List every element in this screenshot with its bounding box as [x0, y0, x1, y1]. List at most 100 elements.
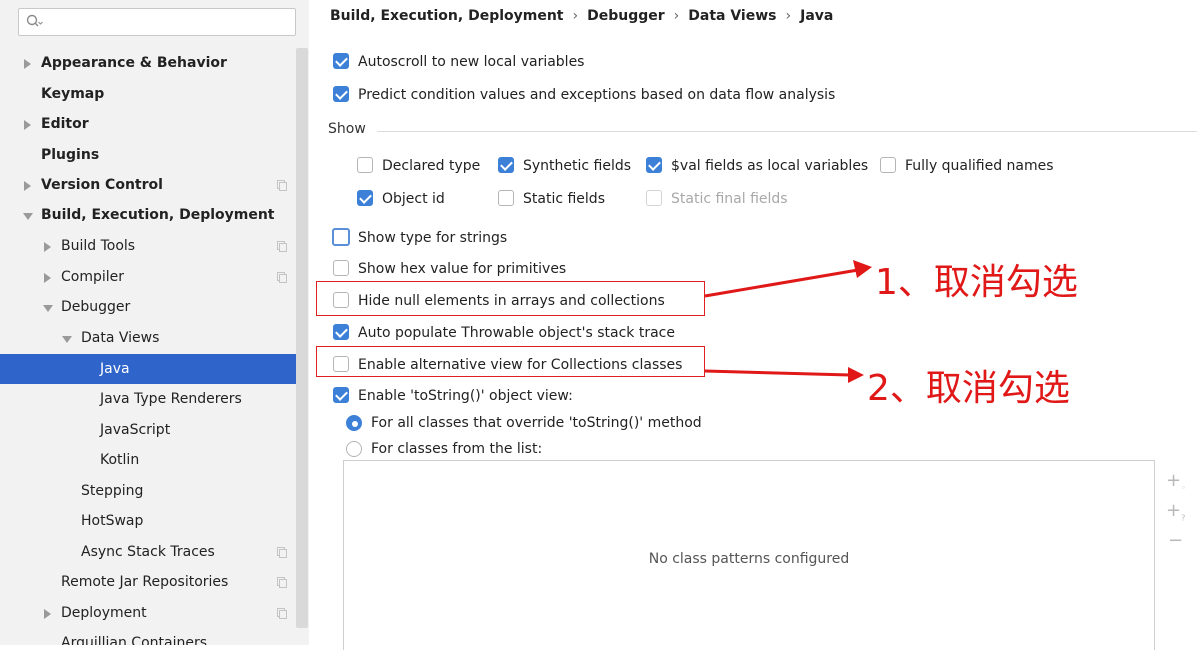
project-settings-icon	[277, 547, 287, 558]
sidebar-item-version-control[interactable]: Version Control	[0, 170, 308, 200]
search-input[interactable]	[18, 8, 296, 36]
checkbox-checked-icon[interactable]	[646, 157, 662, 173]
sidebar-item-label: Java	[100, 361, 130, 377]
option-label: Declared type	[382, 158, 481, 174]
option-label: Fully qualified names	[905, 158, 1054, 174]
checkbox-unchecked-icon[interactable]	[357, 157, 373, 173]
search-icon	[26, 14, 43, 27]
option-label: For classes from the list:	[371, 441, 543, 457]
option-label: Show hex value for primitives	[358, 261, 567, 277]
sidebar-item-label: Version Control	[41, 177, 163, 193]
sidebar-item-label: JavaScript	[100, 422, 171, 438]
breadcrumb-item: Data Views	[688, 8, 777, 24]
highlight-box-1	[316, 281, 705, 316]
empty-list-text: No class patterns configured	[648, 551, 850, 567]
breadcrumb-item: Java	[800, 8, 834, 24]
collapse-arrow-icon[interactable]	[62, 336, 72, 343]
expand-arrow-icon[interactable]	[44, 609, 51, 619]
option-label: Predict condition values and exceptions …	[358, 87, 836, 103]
breadcrumb-item: Debugger	[587, 8, 665, 24]
option-label: For all classes that override 'toString(…	[371, 415, 702, 431]
expand-arrow-icon[interactable]	[44, 242, 51, 252]
sidebar-item-java-type-renderers[interactable]: Java Type Renderers	[0, 384, 308, 414]
sidebar-item-javascript[interactable]: JavaScript	[0, 415, 308, 445]
checkbox-checked-icon[interactable]	[498, 157, 514, 173]
sidebar-item-kotlin[interactable]: Kotlin	[0, 445, 308, 475]
sidebar-item-label: Remote Jar Repositories	[61, 574, 229, 590]
option-label: Synthetic fields	[523, 158, 632, 174]
checkbox-checked-icon[interactable]	[333, 387, 349, 403]
project-settings-icon	[277, 608, 287, 619]
sidebar-item-plugins[interactable]: Plugins	[0, 140, 308, 170]
remove-icon[interactable]: −	[1168, 530, 1183, 551]
project-settings-icon	[277, 272, 287, 283]
collapse-arrow-icon[interactable]	[43, 305, 53, 312]
expand-arrow-icon[interactable]	[24, 181, 31, 191]
settings-sidebar: Appearance & Behavior Keymap Editor Plug…	[0, 0, 309, 645]
project-settings-icon	[277, 577, 287, 588]
settings-content: Build, Execution, Deployment › Debugger › Da…	[309, 0, 1204, 650]
checkbox-unchecked-icon[interactable]	[333, 260, 349, 276]
sidebar-scrollbar[interactable]	[296, 48, 308, 628]
sidebar-item-label: Async Stack Traces	[81, 544, 215, 560]
checkbox-unchecked-icon[interactable]	[498, 190, 514, 206]
checkbox-checked-icon[interactable]	[357, 190, 373, 206]
show-section-title: Show	[328, 121, 366, 137]
highlight-box-2	[316, 346, 705, 377]
sidebar-item-appearance[interactable]: Appearance & Behavior	[0, 48, 308, 78]
sidebar-item-label: Java Type Renderers	[100, 391, 242, 407]
collapse-arrow-icon[interactable]	[23, 213, 33, 220]
sidebar-item-label: Stepping	[81, 483, 144, 499]
radio-unselected-icon[interactable]	[346, 441, 362, 457]
sidebar-item-label: Compiler	[61, 269, 125, 285]
add-class-icon[interactable]: +?	[1166, 500, 1185, 523]
breadcrumb-separator-icon: ›	[572, 8, 579, 24]
option-label: Auto populate Throwable object's stack t…	[358, 325, 675, 341]
expand-arrow-icon[interactable]	[24, 59, 31, 69]
project-settings-icon	[277, 180, 287, 191]
section-divider	[377, 131, 1197, 132]
expand-arrow-icon[interactable]	[24, 120, 31, 130]
sidebar-item-debugger[interactable]: Debugger	[0, 292, 308, 322]
checkbox-checked-icon[interactable]	[333, 53, 349, 69]
sidebar-item-hotswap[interactable]: HotSwap	[0, 506, 308, 536]
sidebar-item-deployment[interactable]: Deployment	[0, 598, 308, 628]
breadcrumb-item: Build, Execution, Deployment	[330, 8, 564, 24]
add-pattern-icon[interactable]: +◦	[1166, 470, 1186, 493]
checkbox-unchecked-icon[interactable]	[332, 228, 350, 246]
checkbox-disabled-icon[interactable]	[646, 190, 662, 206]
checkbox-checked-icon[interactable]	[333, 86, 349, 102]
sidebar-item-remote-jar-repositories[interactable]: Remote Jar Repositories	[0, 567, 308, 597]
sidebar-item-editor[interactable]: Editor	[0, 109, 308, 139]
class-patterns-list[interactable]: No class patterns configured	[343, 460, 1155, 650]
sidebar-item-data-views[interactable]: Data Views	[0, 323, 308, 353]
radio-selected-icon[interactable]	[346, 415, 362, 431]
project-settings-icon	[277, 241, 287, 252]
option-label: Static final fields	[671, 191, 788, 207]
breadcrumb-separator-icon: ›	[673, 8, 680, 24]
checkbox-unchecked-icon[interactable]	[880, 157, 896, 173]
sidebar-item-label: Kotlin	[100, 452, 140, 468]
sidebar-item-label: Editor	[41, 116, 89, 132]
sidebar-item-label: Plugins	[41, 147, 100, 163]
sidebar-item-java[interactable]: Java	[0, 354, 308, 384]
sidebar-item-arquillian-containers[interactable]: Arquillian Containers	[0, 628, 308, 645]
expand-arrow-icon[interactable]	[44, 273, 51, 283]
breadcrumb: Build, Execution, Deployment › Debugger › Da…	[330, 8, 833, 24]
sidebar-item-stepping[interactable]: Stepping	[0, 476, 308, 506]
sidebar-item-build-tools[interactable]: Build Tools	[0, 231, 308, 261]
sidebar-item-keymap[interactable]: Keymap	[0, 79, 308, 109]
sidebar-item-label: Build Tools	[61, 238, 136, 254]
option-label: Autoscroll to new local variables	[358, 54, 585, 70]
sidebar-item-async-stack-traces[interactable]: Async Stack Traces	[0, 537, 308, 567]
checkbox-checked-icon[interactable]	[333, 324, 349, 340]
sidebar-item-label: Deployment	[61, 605, 147, 621]
option-label: Object id	[382, 191, 445, 207]
sidebar-item-build-execution-deployment[interactable]: Build, Execution, Deployment	[0, 200, 308, 230]
sidebar-item-compiler[interactable]: Compiler	[0, 262, 308, 292]
annotation-text-2: 2、取消勾选	[867, 368, 1070, 409]
list-toolbar: +◦ +? −	[1157, 460, 1197, 650]
sidebar-item-label: Keymap	[41, 86, 105, 102]
sidebar-item-label: Appearance & Behavior	[41, 55, 227, 71]
annotation-text-1: 1、取消勾选	[875, 262, 1078, 303]
